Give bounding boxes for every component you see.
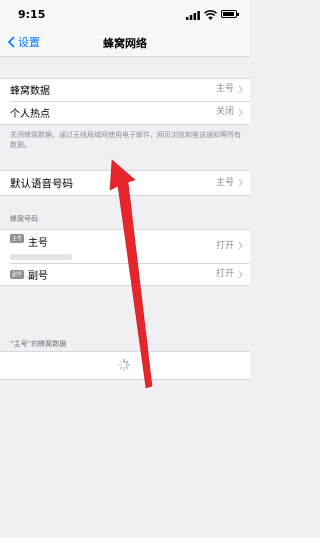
sim-badge: 主号 — [10, 234, 25, 243]
sim-badge: 副号 — [10, 270, 25, 279]
personal-hotspot-value: 关闭 — [215, 107, 234, 117]
secondary-line-label: 副号 — [28, 271, 49, 282]
loading-spinner-icon — [118, 359, 130, 371]
chevron-right-icon — [238, 241, 243, 250]
voice-line-group: 默认语音号码 主号 — [0, 170, 250, 196]
navigation-bar: 设置 蜂窝网络 — [0, 28, 250, 57]
chevron-right-icon — [238, 270, 243, 279]
cellular-data-row[interactable]: 蜂窝数据 主号 — [0, 78, 250, 101]
cellular-footnote: 关闭蜂窝数据，通过无线局域网使用电子邮件、网页浏览和推送通知等所有数据。 — [10, 131, 241, 149]
wifi-icon — [204, 10, 217, 20]
status-bar: 9:15 — [0, 0, 250, 28]
secondary-line-status: 打开 — [215, 269, 234, 279]
cellular-settings-group: 蜂窝数据 主号 个人热点 关闭 — [0, 78, 250, 125]
redacted-phone-number — [10, 254, 72, 260]
default-voice-line-row[interactable]: 默认语音号码 主号 — [0, 170, 250, 196]
secondary-line-row[interactable]: 副号 副号 打开 — [0, 263, 250, 286]
section-header-lines: 蜂窝号码 — [10, 215, 38, 223]
battery-icon — [221, 10, 239, 18]
primary-line-label: 主号 — [28, 238, 49, 249]
personal-hotspot-label: 个人热点 — [10, 109, 50, 120]
default-voice-line-value: 主号 — [215, 178, 234, 188]
cellular-data-label: 蜂窝数据 — [10, 86, 50, 97]
chevron-right-icon — [238, 85, 243, 94]
status-time: 9:15 — [18, 8, 46, 21]
chevron-right-icon — [238, 108, 243, 117]
chevron-right-icon — [238, 178, 243, 187]
primary-line-status: 打开 — [215, 241, 234, 251]
cellular-data-value: 主号 — [215, 84, 234, 94]
page-title: 蜂窝网络 — [103, 37, 147, 50]
personal-hotspot-row[interactable]: 个人热点 关闭 — [0, 101, 250, 124]
default-voice-line-label: 默认语音号码 — [10, 177, 73, 190]
cellular-signal-icon — [186, 11, 200, 20]
section-header-line-data: “主号”的蜂窝数据 — [10, 340, 67, 348]
